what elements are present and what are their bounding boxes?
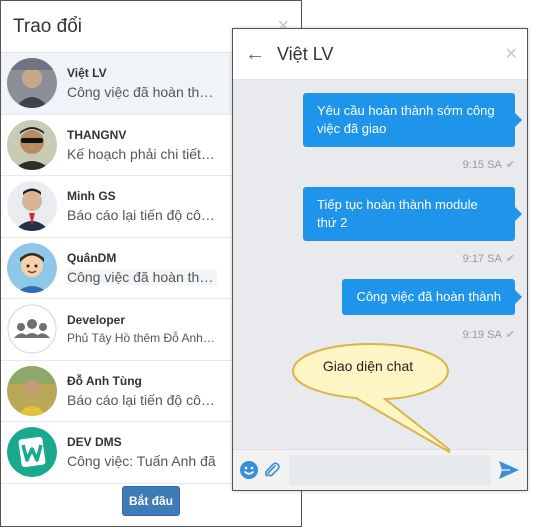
check-icon: ✔ <box>505 253 515 265</box>
send-icon[interactable] <box>497 458 521 482</box>
chat-message: Yêu cầu hoàn thành sớm công việc đã giao <box>303 93 522 147</box>
conversation-preview: Kế hoạch phải chi tiết hơn <box>67 145 217 162</box>
screenshot-stage: Trao đổi × Việt LV Công việc đã hoàn thà… <box>0 0 533 527</box>
chat-message-line: thứ 2 <box>317 215 348 230</box>
chat-contact-name: Việt LV <box>277 43 334 64</box>
time-text: 9:17 SA <box>462 253 502 265</box>
chat-message-time: 9:15 SA ✔ <box>463 158 515 171</box>
chat-message: Tiếp tục hoàn thành module thứ 2 <box>303 187 522 241</box>
chat-message-line: Tiếp tục hoàn thành module <box>317 197 478 212</box>
group-icon <box>7 304 57 354</box>
conversation-preview: Báo cáo lại tiến độ công việc <box>67 207 217 224</box>
chat-message-line: Công việc đã hoàn thành <box>356 289 501 304</box>
conversation-preview: Báo cáo lại tiến độ công việc <box>67 391 217 408</box>
check-icon: ✔ <box>505 159 515 171</box>
conversation-preview: Công việc đã hoàn thành <box>67 84 217 101</box>
conversation-preview: Công việc: Tuấn Anh đã <box>67 453 216 470</box>
w-logo-icon <box>7 427 57 478</box>
conversation-preview: Công việc đã hoàn thành <box>67 268 217 285</box>
chat-message-line: Yêu cầu hoàn thành sớm công <box>317 103 495 118</box>
chat-message: Công việc đã hoàn thành <box>342 279 522 315</box>
chat-message-line: việc đã giao <box>317 121 387 136</box>
avatar <box>7 58 57 109</box>
start-button[interactable]: Bắt đầu <box>121 486 180 516</box>
avatar <box>7 181 57 232</box>
avatar <box>7 242 57 293</box>
conversation-preview: Phủ Tây Hồ thêm Đỗ Anh Tùng <box>67 331 217 346</box>
back-arrow-icon[interactable]: ← <box>245 43 265 66</box>
time-text: 9:19 SA <box>462 329 502 341</box>
avatar <box>7 119 57 170</box>
chat-message-time: 9:19 SA ✔ <box>463 328 515 341</box>
chat-message-time: 9:17 SA ✔ <box>463 252 515 265</box>
callout-label: Giao diện chat <box>322 358 414 374</box>
check-icon: ✔ <box>505 329 515 341</box>
close-icon[interactable]: × <box>505 43 517 66</box>
chat-header: ← Việt LV × <box>233 29 527 80</box>
conversation-panel-title: Trao đổi <box>13 15 82 37</box>
avatar <box>7 365 57 416</box>
emoji-icon[interactable] <box>239 460 259 480</box>
time-text: 9:15 SA <box>462 159 502 171</box>
attachment-icon[interactable] <box>263 461 281 479</box>
